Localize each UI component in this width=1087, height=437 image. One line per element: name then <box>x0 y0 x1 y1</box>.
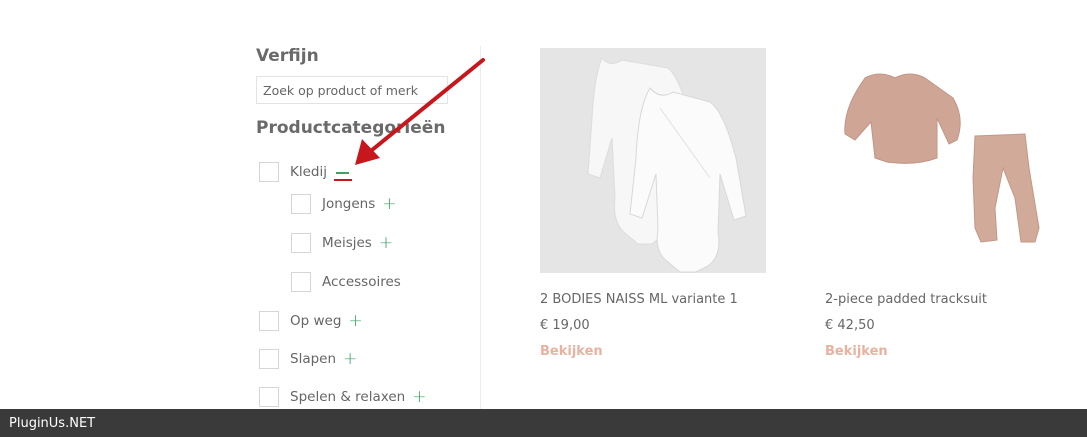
category-label: Jongens <box>322 196 376 212</box>
view-product-link[interactable]: Bekijken <box>825 344 1051 359</box>
product-name[interactable]: 2 BODIES NAISS ML variante 1 <box>540 292 766 307</box>
category-label: Op weg <box>290 313 342 329</box>
view-product-link[interactable]: Bekijken <box>540 344 766 359</box>
category-label: Accessoires <box>322 274 401 290</box>
product-name[interactable]: 2-piece padded tracksuit <box>825 292 1051 307</box>
category-item-jongens[interactable]: Jongens + <box>291 193 397 215</box>
product-card[interactable]: 2-piece padded tracksuit € 42,50 Bekijke… <box>825 48 1051 359</box>
category-label: Spelen & relaxen <box>290 389 406 405</box>
checkbox[interactable] <box>259 387 279 407</box>
checkbox[interactable] <box>259 162 279 182</box>
expand-plus-icon[interactable]: + <box>379 234 393 252</box>
product-price: € 42,50 <box>825 318 875 333</box>
product-card[interactable]: 2 BODIES NAISS ML variante 1 € 19,00 Bek… <box>540 48 766 359</box>
refine-title: Verfijn <box>256 46 319 66</box>
category-item-accessoires[interactable]: Accessoires <box>291 271 401 293</box>
checkbox[interactable] <box>291 272 311 292</box>
expand-plus-icon[interactable]: + <box>343 350 357 368</box>
checkbox[interactable] <box>291 233 311 253</box>
categories-title: Productcategorieën <box>256 118 446 138</box>
category-label: Meisjes <box>322 235 372 251</box>
product-price: € 19,00 <box>540 318 590 333</box>
expand-plus-icon[interactable]: + <box>412 388 426 406</box>
category-item-spelen-relaxen[interactable]: Spelen & relaxen + <box>259 386 426 408</box>
category-item-kledij[interactable]: Kledij <box>259 161 349 183</box>
product-image[interactable] <box>825 48 1051 273</box>
footer-bar: PluginUs.NET <box>0 409 1087 437</box>
category-item-op-weg[interactable]: Op weg + <box>259 310 363 332</box>
footer-brand: PluginUs.NET <box>9 415 96 431</box>
checkbox[interactable] <box>291 194 311 214</box>
search-input[interactable] <box>256 76 448 104</box>
collapse-icon[interactable] <box>335 172 349 174</box>
product-image[interactable] <box>540 48 766 273</box>
category-label: Kledij <box>290 164 327 180</box>
sidebar-divider <box>480 46 481 410</box>
expand-plus-icon[interactable]: + <box>348 312 362 330</box>
checkbox[interactable] <box>259 311 279 331</box>
category-item-meisjes[interactable]: Meisjes + <box>291 232 393 254</box>
checkbox[interactable] <box>259 349 279 369</box>
expand-plus-icon[interactable]: + <box>382 195 396 213</box>
category-item-slapen[interactable]: Slapen + <box>259 348 357 370</box>
category-label: Slapen <box>290 351 337 367</box>
